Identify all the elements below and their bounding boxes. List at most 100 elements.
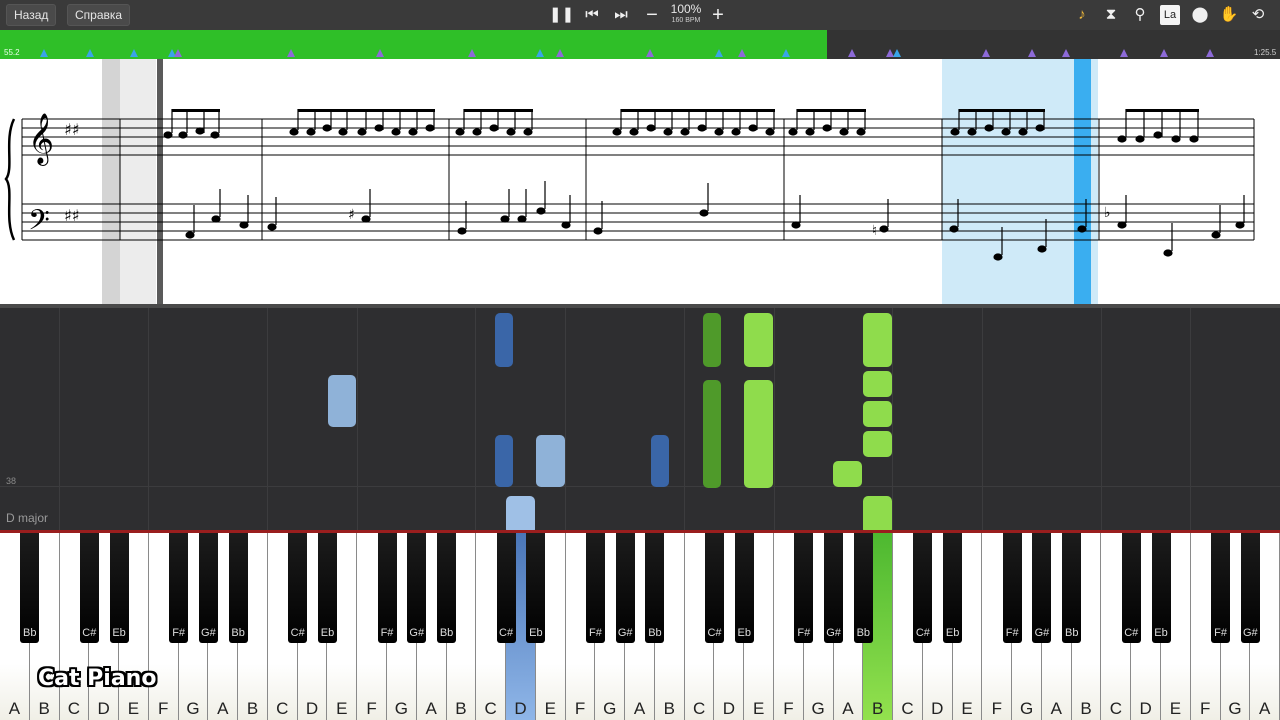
zoom-out-icon[interactable]: − <box>640 3 664 27</box>
roll-gridline <box>892 308 893 530</box>
notehead <box>791 221 801 229</box>
la-icon[interactable]: La <box>1160 5 1180 25</box>
piano-keyboard[interactable]: ABCDEFGABCDEFGABCDEFGABCDEFGABCDEFGABCDE… <box>0 530 1280 720</box>
notehead <box>1163 249 1173 257</box>
notehead <box>195 127 205 135</box>
falling-note <box>651 435 669 487</box>
black-key[interactable]: Bb <box>228 533 248 643</box>
natural-accidental: ♮ <box>872 223 877 239</box>
notehead <box>489 124 499 132</box>
skip-back-icon[interactable]: ⏮ <box>580 3 604 27</box>
black-key[interactable]: C# <box>1121 533 1141 643</box>
key-label: B <box>1080 699 1092 718</box>
black-key[interactable]: Eb <box>943 533 963 643</box>
black-key[interactable]: Eb <box>109 533 129 643</box>
key-signature-label: D major <box>6 511 49 525</box>
black-key[interactable]: C# <box>496 533 516 643</box>
black-key[interactable]: Bb <box>437 533 457 643</box>
key-label: A <box>1259 699 1271 718</box>
black-key[interactable]: Bb <box>645 533 665 643</box>
notehead <box>1235 221 1245 229</box>
notehead <box>517 215 527 223</box>
help-button[interactable]: Справка <box>67 4 131 26</box>
notehead <box>748 124 758 132</box>
black-key[interactable]: F# <box>585 533 605 643</box>
notehead <box>1135 135 1145 143</box>
black-key[interactable]: C# <box>913 533 933 643</box>
notehead <box>822 124 832 132</box>
roll-gridline <box>59 308 60 530</box>
timeline-scrubber[interactable]: 55.2 1:25.5 <box>0 30 1280 59</box>
black-key[interactable]: G# <box>198 533 218 643</box>
sheet-music[interactable]: 𝄞 𝄢 ♯♯ ♯♯ ♭ ♯ ♮ <box>0 59 1280 304</box>
falling-note <box>536 435 565 487</box>
key-label: F# <box>380 627 394 639</box>
black-key[interactable]: F# <box>1211 533 1231 643</box>
black-key[interactable]: Eb <box>734 533 754 643</box>
notehead <box>211 215 221 223</box>
zoom-in-icon[interactable]: + <box>706 3 730 27</box>
notehead <box>289 128 299 136</box>
timeline-marker <box>782 49 790 57</box>
black-key[interactable]: G# <box>824 533 844 643</box>
key-label: Eb <box>529 627 543 639</box>
black-key[interactable]: Eb <box>1151 533 1171 643</box>
black-key[interactable]: C# <box>79 533 99 643</box>
black-key[interactable]: F# <box>377 533 397 643</box>
key-label: B <box>246 699 259 718</box>
black-key[interactable]: Eb <box>526 533 546 643</box>
key-label: Bb <box>1064 627 1079 639</box>
notehead <box>950 128 960 136</box>
timeline-marker <box>556 49 564 57</box>
roll-gridline <box>357 308 358 530</box>
measure-number: 38 <box>6 476 17 486</box>
black-key[interactable]: F# <box>794 533 814 643</box>
bass-clef-icon: 𝄢 <box>28 204 50 244</box>
skip-forward-icon[interactable]: ⏭ <box>609 3 633 27</box>
key-label: Bb <box>231 627 245 639</box>
notehead <box>1171 135 1181 143</box>
search-icon[interactable]: ⚲ <box>1128 3 1152 27</box>
pause-icon[interactable]: ❚❚ <box>549 3 574 27</box>
key-label: C# <box>499 627 514 639</box>
notehead <box>984 124 994 132</box>
note-icon[interactable]: ♪ <box>1070 3 1094 27</box>
notehead <box>408 128 418 136</box>
key-label: C <box>67 699 81 718</box>
timeline-marker <box>738 49 746 57</box>
key-label: F <box>991 699 1002 718</box>
black-key[interactable]: C# <box>704 533 724 643</box>
timeline-marker <box>536 49 544 57</box>
metronome-icon[interactable]: ⧗ <box>1099 3 1123 27</box>
falling-note <box>863 496 892 530</box>
notehead <box>949 225 959 233</box>
notehead <box>1037 245 1047 253</box>
black-key[interactable]: F# <box>1002 533 1022 643</box>
toolbar: Назад Справка ❚❚ ⏮ ⏭ − 100% 160 BPM + ♪ … <box>0 0 1280 30</box>
falling-note <box>863 313 892 367</box>
loop-icon[interactable]: ⟲ <box>1246 3 1270 27</box>
key-label: C <box>901 699 914 718</box>
black-key[interactable]: G# <box>1240 533 1260 643</box>
notehead <box>993 253 1003 261</box>
black-key[interactable]: F# <box>169 533 189 643</box>
location-icon[interactable]: ⬤ <box>1188 3 1212 27</box>
hand-icon[interactable]: ✋ <box>1217 3 1241 27</box>
falling-note <box>863 401 892 427</box>
black-key[interactable]: C# <box>288 533 308 643</box>
back-button[interactable]: Назад <box>6 4 57 26</box>
black-key[interactable]: Eb <box>317 533 337 643</box>
key-label: F <box>1199 699 1211 718</box>
black-key[interactable]: Bb <box>853 533 873 643</box>
black-key[interactable]: G# <box>407 533 427 643</box>
timeline-progress <box>0 30 827 59</box>
black-key[interactable]: Bb <box>1062 533 1082 643</box>
black-key[interactable]: G# <box>1032 533 1052 643</box>
black-key[interactable]: G# <box>615 533 635 643</box>
black-key[interactable]: Bb <box>20 533 40 643</box>
roll-gridline <box>774 308 775 530</box>
notehead <box>680 128 690 136</box>
notehead <box>267 223 277 231</box>
timeline-position: 55.2 <box>4 48 20 57</box>
notehead <box>306 128 316 136</box>
